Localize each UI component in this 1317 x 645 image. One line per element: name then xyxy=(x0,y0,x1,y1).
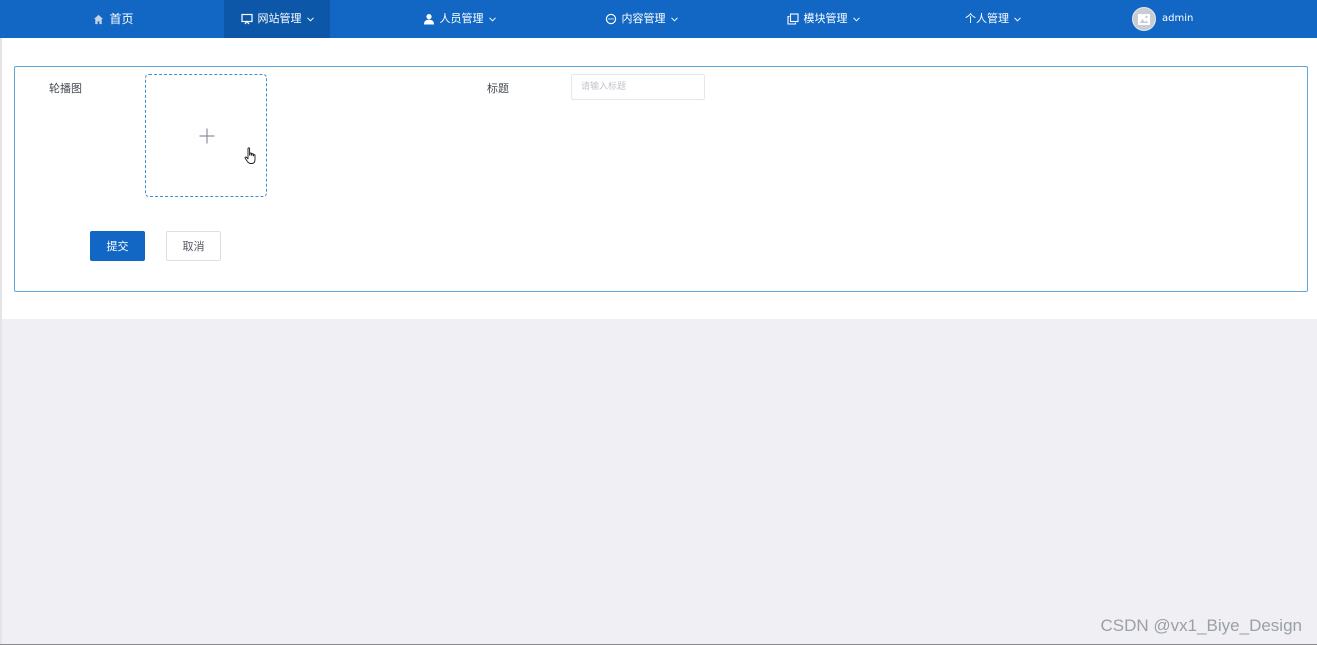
image-placeholder-icon xyxy=(1138,13,1150,25)
monitor-icon xyxy=(240,13,253,25)
nav-personal-management-label: 个人管理 xyxy=(965,12,1009,25)
home-icon xyxy=(92,13,104,25)
carousel-image-label: 轮播图 xyxy=(49,82,82,95)
chevron-down-icon xyxy=(488,16,496,23)
chevron-down-icon xyxy=(1014,16,1021,23)
chevron-down-icon xyxy=(670,16,678,23)
nav-people-management[interactable]: 人员管理 xyxy=(406,0,512,38)
nav-people-management-label: 人员管理 xyxy=(439,12,484,25)
submit-button[interactable]: 提交 xyxy=(90,231,145,261)
chat-icon xyxy=(605,13,617,25)
username: admin xyxy=(1162,13,1194,24)
cancel-button[interactable]: 取消 xyxy=(166,231,221,261)
nav-website-management[interactable]: 网站管理 xyxy=(224,0,330,38)
user-icon xyxy=(423,13,435,25)
nav-module-management[interactable]: 模块管理 xyxy=(770,0,876,38)
nav-home[interactable]: 首页 xyxy=(60,0,166,38)
nav-home-label: 首页 xyxy=(109,12,134,26)
copy-icon xyxy=(786,13,799,25)
nav-module-management-label: 模块管理 xyxy=(803,12,848,25)
top-navigation-bar: 首页 网站管理 人员管理 内容管理 模块管理 个人管理 admin xyxy=(0,0,1317,38)
nav-content-management[interactable]: 内容管理 xyxy=(588,0,694,38)
chevron-down-icon xyxy=(852,16,860,23)
user-menu[interactable]: admin xyxy=(1132,0,1212,38)
image-uploader[interactable] xyxy=(145,74,267,197)
chevron-down-icon xyxy=(306,16,314,23)
hand-pointer-icon xyxy=(244,147,258,165)
nav-website-management-label: 网站管理 xyxy=(257,12,302,25)
avatar xyxy=(1132,7,1156,31)
title-input[interactable] xyxy=(571,74,705,100)
nav-content-management-label: 内容管理 xyxy=(621,12,666,25)
title-label: 标题 xyxy=(487,82,509,95)
watermark: CSDN @vx1_Biye_Design xyxy=(1100,616,1302,635)
plus-icon xyxy=(199,128,215,144)
nav-personal-management[interactable]: 个人管理 xyxy=(940,0,1046,38)
